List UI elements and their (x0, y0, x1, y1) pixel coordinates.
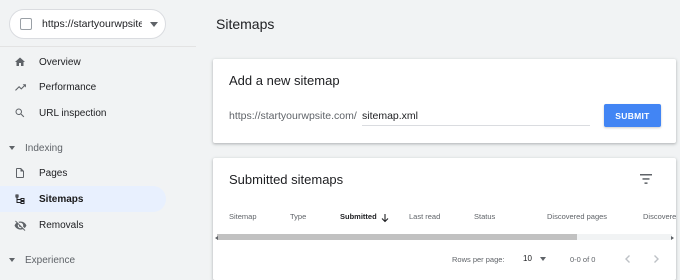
sidebar-item-label: Removals (39, 219, 84, 231)
filter-icon[interactable] (639, 172, 653, 184)
trending-up-icon (13, 80, 27, 94)
column-header-type[interactable]: Type (290, 212, 306, 221)
collapse-arrow-icon (9, 146, 15, 150)
submit-button[interactable]: SUBMIT (604, 104, 661, 127)
collapse-arrow-icon (9, 258, 15, 262)
sidebar-section-indexing[interactable]: Indexing (0, 138, 166, 158)
sidebar: https://startyourwpsite.com/ Overview Pe… (0, 0, 196, 280)
next-page-icon[interactable] (649, 252, 663, 266)
property-url: https://startyourwpsite.com/ (42, 18, 142, 30)
column-header-last-read[interactable]: Last read (409, 212, 440, 221)
search-icon (13, 106, 27, 120)
sidebar-item-label: Sitemaps (39, 193, 84, 205)
column-header-sitemap[interactable]: Sitemap (229, 212, 257, 221)
property-favicon (20, 18, 32, 30)
sidebar-item-pages[interactable]: Pages (0, 160, 166, 186)
sitemap-icon (13, 192, 27, 206)
add-sitemap-title: Add a new sitemap (229, 73, 340, 88)
section-label: Indexing (25, 142, 63, 154)
chevron-down-icon[interactable] (540, 257, 546, 261)
home-icon (13, 55, 27, 69)
sidebar-item-label: Performance (39, 81, 97, 93)
scroll-right-icon[interactable] (671, 236, 674, 240)
scrollbar-thumb[interactable] (217, 234, 577, 240)
sidebar-item-label: Pages (39, 167, 68, 179)
property-selector[interactable]: https://startyourwpsite.com/ (9, 9, 166, 39)
sidebar-item-url-inspection[interactable]: URL inspection (0, 100, 166, 126)
add-sitemap-card: Add a new sitemap https://startyourwpsit… (213, 59, 676, 143)
rows-per-page-label: Rows per page: (452, 255, 505, 264)
submitted-sitemaps-card: Submitted sitemaps Sitemap Type Submitte… (213, 158, 676, 280)
pagination-range: 0-0 of 0 (570, 255, 596, 264)
pages-icon (13, 166, 27, 180)
sort-arrow-down-icon[interactable] (380, 210, 390, 223)
sidebar-item-label: URL inspection (39, 107, 107, 119)
page-title: Sitemaps (216, 16, 275, 32)
rows-per-page-select[interactable]: 10 (523, 254, 532, 263)
sidebar-item-removals[interactable]: Removals (0, 212, 166, 238)
sitemap-url-prefix: https://startyourwpsite.com/ (229, 110, 357, 122)
submitted-sitemaps-title: Submitted sitemaps (229, 172, 344, 187)
column-header-discovered-pages[interactable]: Discovered pages (547, 212, 607, 221)
sidebar-item-sitemaps[interactable]: Sitemaps (0, 186, 166, 212)
sidebar-item-performance[interactable]: Performance (0, 74, 166, 100)
previous-page-icon[interactable] (621, 252, 635, 266)
sidebar-item-label: Overview (39, 56, 81, 68)
horizontal-scrollbar[interactable] (217, 234, 672, 240)
sitemap-url-input[interactable] (362, 106, 590, 126)
visibility-off-icon (13, 218, 27, 232)
section-label: Experience (25, 254, 76, 266)
column-header-clip: Discovered videos (643, 208, 676, 224)
column-header-status[interactable]: Status (474, 212, 495, 221)
scroll-left-icon[interactable] (215, 236, 218, 240)
sidebar-item-overview[interactable]: Overview (0, 49, 166, 75)
sidebar-section-experience[interactable]: Experience (0, 250, 166, 270)
column-header-discovered-videos[interactable]: Discovered videos (643, 212, 676, 221)
chevron-down-icon (150, 21, 158, 27)
sidebar-divider (0, 46, 196, 47)
column-header-submitted[interactable]: Submitted (340, 212, 377, 221)
